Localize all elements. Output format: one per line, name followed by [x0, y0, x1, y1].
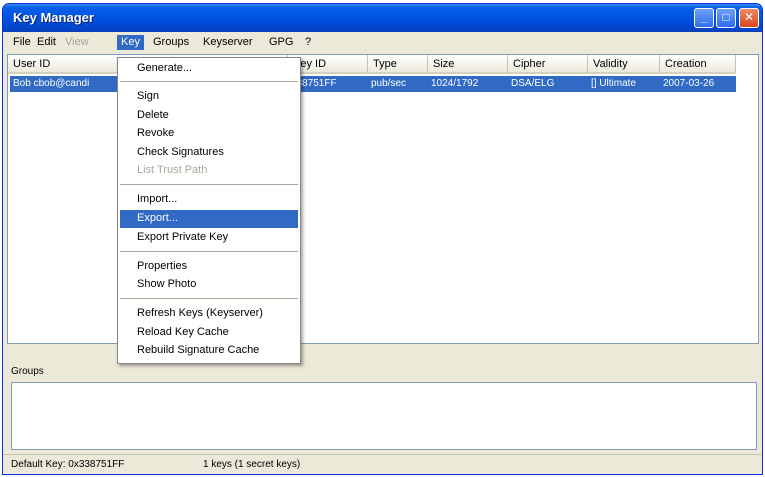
menu-item-show-photo[interactable]: Show Photo — [120, 276, 298, 294]
menu-item-check-signatures[interactable]: Check Signatures — [120, 144, 298, 162]
groups-label: Groups — [11, 366, 44, 377]
column-header-validity[interactable]: Validity — [588, 55, 660, 74]
groups-section: Groups — [7, 349, 759, 454]
menu-item-refresh-keys[interactable]: Refresh Keys (Keyserver) — [120, 305, 298, 323]
menu-edit[interactable]: Edit — [33, 35, 60, 50]
menu-file[interactable]: File — [9, 35, 35, 50]
title-bar[interactable]: Key Manager _ □ ✕ — [3, 4, 762, 32]
window-title: Key Manager — [13, 10, 94, 25]
menu-help[interactable]: ? — [301, 35, 315, 50]
groups-list[interactable] — [11, 382, 757, 450]
status-default-key: Default Key: 0x338751FF — [11, 459, 125, 470]
row-validity[interactable]: [] Ultimate — [588, 76, 660, 92]
menu-item-list-trust-path[interactable]: List Trust Path — [120, 162, 298, 180]
row-creation[interactable]: 2007-03-26 — [660, 76, 736, 92]
menu-separator — [120, 251, 298, 252]
menu-separator — [120, 184, 298, 185]
status-bar: Default Key: 0x338751FF 1 keys (1 secret… — [3, 454, 762, 474]
menu-item-generate[interactable]: Generate... — [120, 60, 298, 78]
menu-keyserver[interactable]: Keyserver — [199, 35, 257, 50]
menu-bar: File Edit View Key Groups Keyserver GPG … — [3, 32, 762, 52]
column-header-cipher[interactable]: Cipher — [508, 55, 588, 74]
menu-item-delete[interactable]: Delete — [120, 107, 298, 125]
status-key-count: 1 keys (1 secret keys) — [203, 459, 301, 470]
menu-item-export-private-key[interactable]: Export Private Key — [120, 229, 298, 247]
row-cipher[interactable]: DSA/ELG — [508, 76, 588, 92]
maximize-button[interactable]: □ — [716, 8, 736, 28]
menu-view[interactable]: View — [61, 35, 93, 50]
menu-item-import[interactable]: Import... — [120, 191, 298, 209]
row-size[interactable]: 1024/1792 — [428, 76, 508, 92]
menu-item-export[interactable]: Export... — [120, 210, 298, 228]
maximize-icon: □ — [722, 10, 730, 24]
minimize-icon: _ — [700, 10, 708, 24]
menu-item-revoke[interactable]: Revoke — [120, 125, 298, 143]
column-header-size[interactable]: Size — [428, 55, 508, 74]
key-menu-dropdown: Generate... Sign Delete Revoke Check Sig… — [117, 57, 301, 364]
column-header-type[interactable]: Type — [368, 55, 428, 74]
close-button[interactable]: ✕ — [739, 8, 759, 28]
column-header-creation[interactable]: Creation — [660, 55, 736, 74]
menu-gpg[interactable]: GPG — [265, 35, 297, 50]
minimize-button[interactable]: _ — [694, 8, 714, 28]
key-manager-window: Key Manager _ □ ✕ File Edit View Key Gro… — [2, 3, 763, 475]
menu-item-reload-key-cache[interactable]: Reload Key Cache — [120, 324, 298, 342]
close-icon: ✕ — [743, 10, 755, 24]
menu-separator — [120, 81, 298, 82]
menu-groups[interactable]: Groups — [149, 35, 193, 50]
menu-key[interactable]: Key — [117, 35, 144, 50]
menu-item-properties[interactable]: Properties — [120, 258, 298, 276]
menu-item-rebuild-signature-cache[interactable]: Rebuild Signature Cache — [120, 342, 298, 360]
menu-separator — [120, 298, 298, 299]
menu-item-sign[interactable]: Sign — [120, 88, 298, 106]
row-type[interactable]: pub/sec — [368, 76, 428, 92]
